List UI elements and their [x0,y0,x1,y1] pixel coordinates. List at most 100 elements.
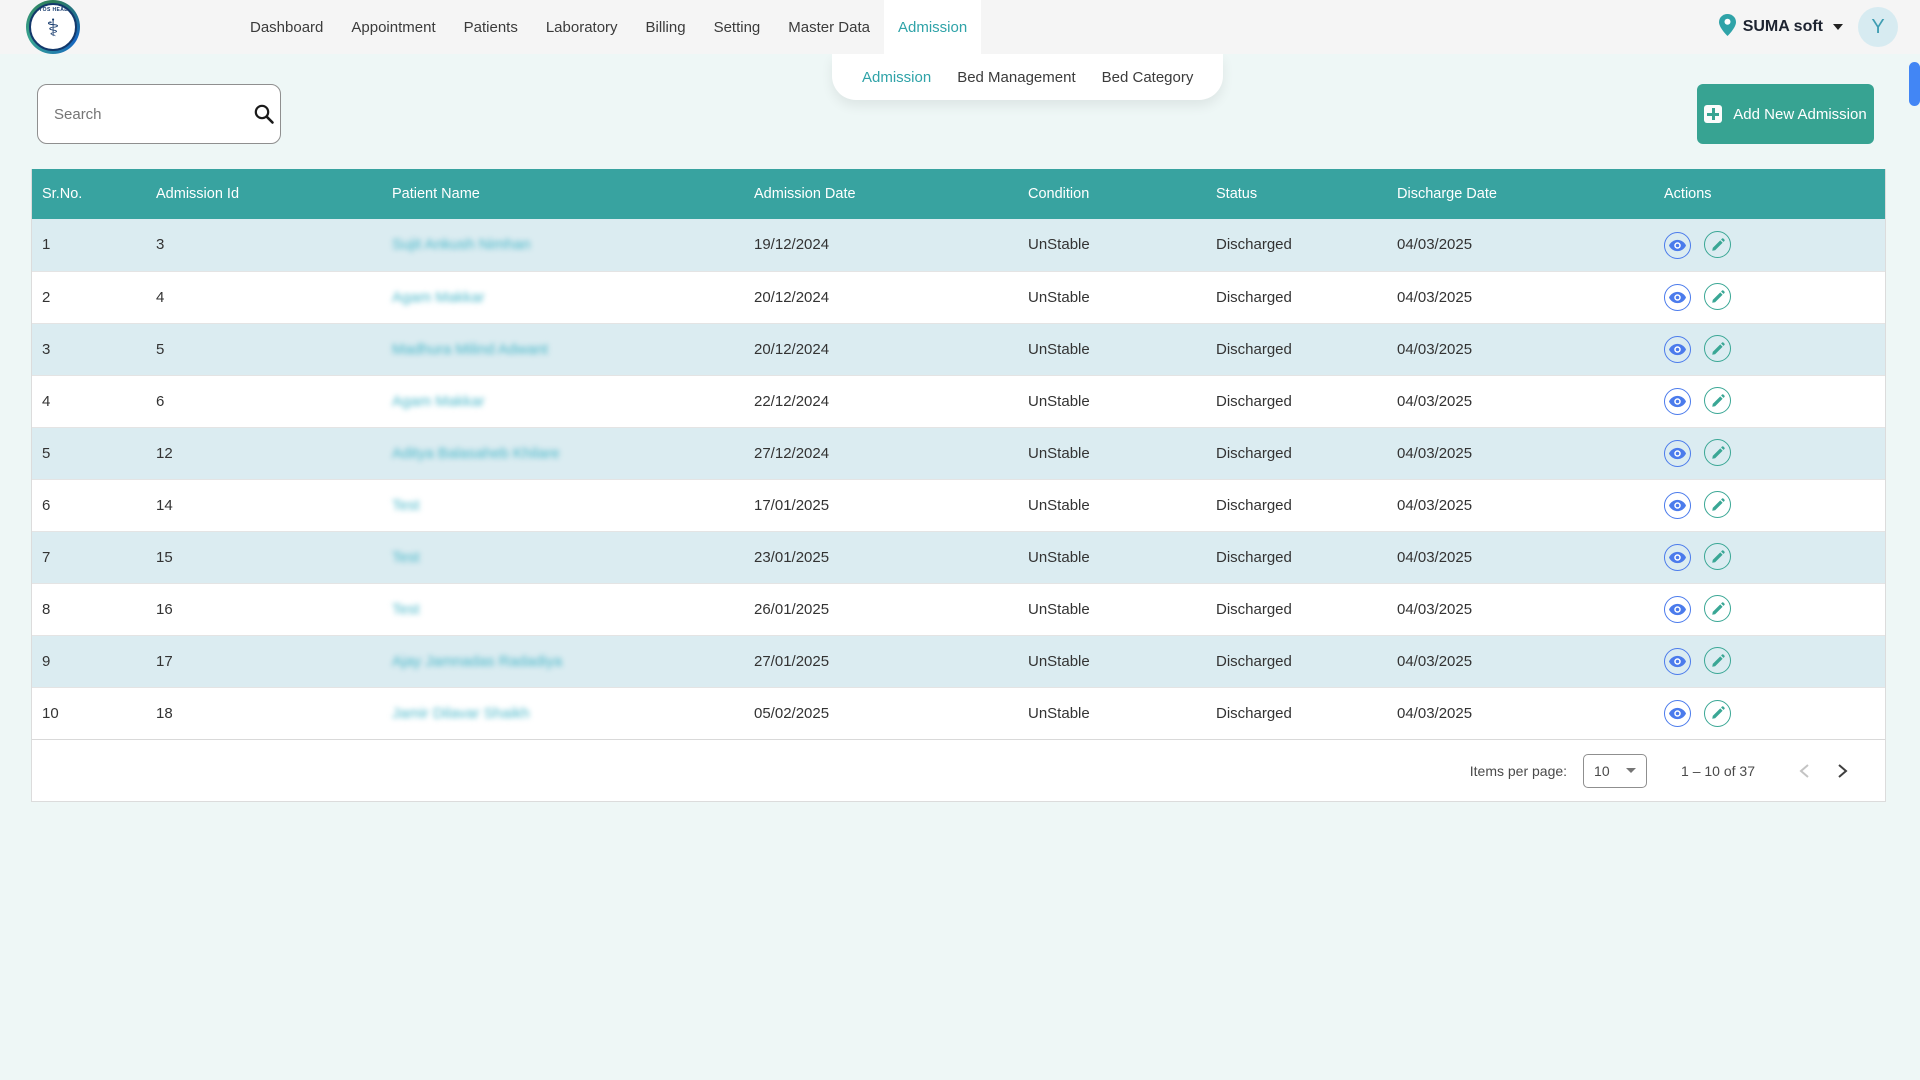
column-header-patient-name: Patient Name [382,169,744,219]
column-header-admission-id: Admission Id [146,169,382,219]
nav-item-appointment[interactable]: Appointment [337,0,449,54]
view-button[interactable] [1664,335,1691,363]
cell-status: Discharged [1216,704,1292,722]
cell-actions [1654,531,1885,583]
patient-name-link[interactable]: Test [392,497,420,514]
eye-icon [1669,707,1686,720]
cell-status: Discharged [1216,236,1292,254]
cell-condition: UnStable [1028,704,1090,722]
admissions-table: Sr.No. Admission Id Patient Name Admission … [32,169,1885,739]
cell-patient-name: Sujit Ankush Nimhan [382,219,744,271]
patient-name-link[interactable]: Test [392,601,420,618]
scrollbar-thumb[interactable] [1909,62,1920,106]
cell-admission-id: 6 [156,392,165,410]
cell-patient-name: Jamir Dilavar Shaikh [382,687,744,739]
cell-sr-no: 2 [42,288,51,306]
patient-name-link[interactable]: Jamir Dilavar Shaikh [392,705,530,722]
pencil-icon [1711,498,1725,511]
cell-condition: UnStable [1028,600,1090,618]
edit-button[interactable] [1704,543,1731,571]
view-button[interactable] [1664,283,1691,311]
view-button[interactable] [1664,439,1691,467]
edit-button[interactable] [1704,231,1731,258]
patient-name-link[interactable]: Sujit Ankush Nimhan [392,236,530,253]
add-new-admission-button[interactable]: Add New Admission [1697,84,1874,144]
patient-name-link[interactable]: Test [392,549,420,566]
cell-discharge-date: 04/03/2025 [1397,704,1473,722]
cell-admission-date: 23/01/2025 [754,548,830,566]
nav-item-dashboard[interactable]: Dashboard [236,0,337,54]
cell-discharge-date: 04/03/2025 [1397,652,1473,670]
cell-patient-name: Agam Makkar [382,271,744,323]
cell-condition: UnStable [1028,444,1090,462]
location-selector[interactable]: SUMA soft [1718,13,1843,41]
items-per-page-select[interactable]: 10 [1583,753,1648,788]
cell-admission-id: 4 [156,288,165,306]
edit-button[interactable] [1704,283,1731,311]
cell-sr-no: 6 [42,496,51,514]
patient-name-link[interactable]: Agam Makkar [392,289,485,306]
cell-discharge-date: 04/03/2025 [1397,496,1473,514]
patient-name-link[interactable]: Ajay Jamnadas Radadiya [392,653,562,670]
cell-actions [1654,479,1885,531]
view-button[interactable] [1664,387,1691,415]
next-page-button[interactable] [1827,756,1857,786]
previous-page-button[interactable] [1789,756,1819,786]
cell-admission-id: 12 [156,444,173,462]
edit-button[interactable] [1704,387,1731,415]
view-button[interactable] [1664,595,1691,623]
edit-button[interactable] [1704,439,1731,467]
logo-text: EKYOS HEALTH [31,7,75,13]
subnav-item-admission[interactable]: Admission [862,69,931,86]
view-button[interactable] [1664,647,1691,675]
cell-admission-date: 27/12/2024 [754,444,830,462]
subnav-item-bed-category[interactable]: Bed Category [1102,69,1194,86]
topbar-right: SUMA soft Y [1718,7,1898,47]
search-input[interactable] [54,105,253,123]
table-header-row: Sr.No. Admission Id Patient Name Admission … [32,169,1885,219]
view-button[interactable] [1664,543,1691,571]
nav-item-laboratory[interactable]: Laboratory [532,0,632,54]
view-button[interactable] [1664,491,1691,519]
subnav-item-bed-management[interactable]: Bed Management [957,69,1075,86]
admissions-table-container: Sr.No. Admission Id Patient Name Admission … [31,169,1886,802]
column-header-admission-date: Admission Date [744,169,1018,219]
patient-name-link[interactable]: Agam Makkar [392,393,485,410]
eye-icon [1669,551,1686,563]
cell-actions [1654,375,1885,427]
cell-discharge-date: 04/03/2025 [1397,288,1473,306]
cell-patient-name: Test [382,531,744,583]
cell-admission-date: 26/01/2025 [754,600,830,618]
pencil-icon [1711,237,1725,251]
edit-button[interactable] [1704,595,1731,623]
cell-admission-id: 5 [156,340,165,358]
chevron-down-icon [1833,24,1843,30]
edit-button[interactable] [1704,647,1731,675]
edit-button[interactable] [1704,699,1731,727]
avatar[interactable]: Y [1858,7,1898,47]
nav-item-billing[interactable]: Billing [632,0,700,54]
patient-name-link[interactable]: Madhura Milind Adwant [392,341,548,358]
cell-status: Discharged [1216,288,1292,306]
cell-sr-no: 8 [42,600,51,618]
cell-status: Discharged [1216,340,1292,358]
table-row: 3 5 Madhura Milind Adwant 20/12/2024 UnStabl… [32,323,1885,375]
cell-admission-id: 17 [156,652,173,670]
admission-submenu: Admission Bed Management Bed Category [832,54,1224,100]
cell-status: Discharged [1216,652,1292,670]
edit-button[interactable] [1704,335,1731,363]
patient-name-link[interactable]: Aditya Balasaheb Khilare [392,445,560,462]
view-button[interactable] [1664,700,1691,727]
search-icon [253,103,275,125]
cell-status: Discharged [1216,496,1292,514]
view-button[interactable] [1664,231,1691,259]
nav-item-master-data[interactable]: Master Data [774,0,884,54]
cell-admission-id: 18 [156,704,173,722]
nav-item-admission[interactable]: Admission [883,0,982,54]
main-nav: Dashboard Appointment Patients Laboratory Bi… [236,0,982,54]
nav-item-setting[interactable]: Setting [700,0,775,54]
location-name: SUMA soft [1742,18,1823,35]
column-header-condition: Condition [1018,169,1206,219]
edit-button[interactable] [1704,491,1731,519]
nav-item-patients[interactable]: Patients [450,0,532,54]
